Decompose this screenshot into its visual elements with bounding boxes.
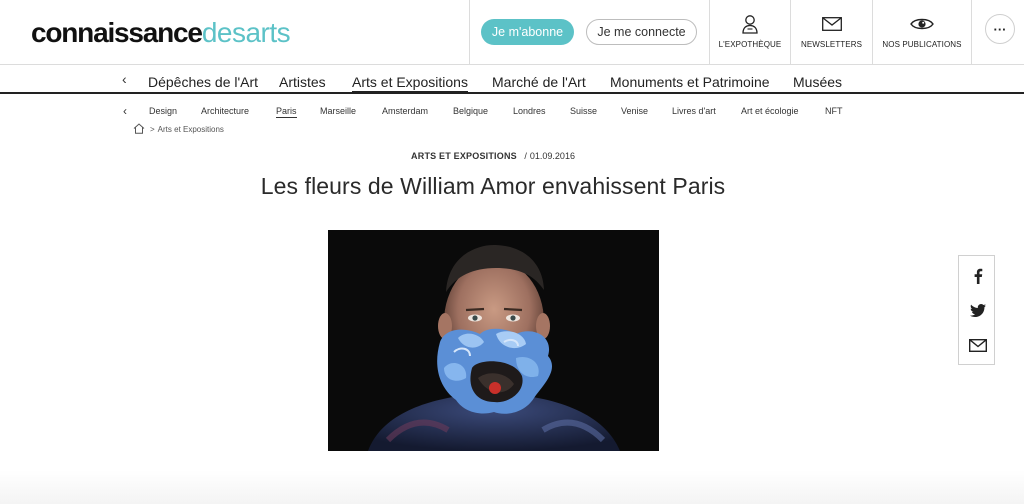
subscribe-button[interactable]: Je m'abonne: [481, 19, 574, 45]
main-nav-item[interactable]: Musées: [793, 74, 842, 90]
main-nav-item[interactable]: Artistes: [279, 74, 326, 90]
main-nav-item-active[interactable]: Arts et Expositions: [352, 74, 468, 93]
sub-nav-item[interactable]: Livres d'art: [672, 106, 716, 116]
sub-nav-item[interactable]: Belgique: [453, 106, 488, 116]
main-nav: ‹ Dépêches de l'Art Artistes Arts et Exp…: [0, 66, 1024, 94]
sub-nav-item[interactable]: Art et écologie: [741, 106, 799, 116]
divider: [469, 0, 470, 65]
breadcrumb-link[interactable]: Arts et Expositions: [158, 125, 224, 134]
chevron-left-icon[interactable]: ‹: [123, 104, 127, 118]
sub-nav-item-active[interactable]: Paris: [276, 106, 297, 118]
expotheque-link[interactable]: L'EXPOTHÈQUE: [710, 0, 790, 65]
main-nav-item[interactable]: Dépêches de l'Art: [148, 74, 258, 90]
sub-nav-item[interactable]: Marseille: [320, 106, 356, 116]
article-title: Les fleurs de William Amor envahissent P…: [260, 173, 726, 199]
envelope-icon: [821, 14, 842, 34]
date-separator: /: [524, 151, 527, 161]
home-icon[interactable]: [133, 123, 145, 136]
email-icon[interactable]: [959, 330, 996, 360]
logo-part-2: desarts: [201, 17, 291, 48]
facebook-icon[interactable]: [959, 261, 996, 291]
eye-icon: [910, 14, 934, 34]
person-icon: [741, 14, 759, 34]
page-bottom: [0, 470, 1024, 504]
chevron-left-icon[interactable]: ‹: [122, 71, 127, 87]
article-date: 01.09.2016: [529, 151, 575, 161]
sub-nav-item[interactable]: Suisse: [570, 106, 597, 116]
login-button[interactable]: Je me connecte: [586, 19, 697, 45]
breadcrumb-separator: >: [150, 125, 155, 134]
sub-nav-item[interactable]: Londres: [513, 106, 546, 116]
article-photo: [328, 230, 659, 451]
publications-link[interactable]: NOS PUBLICATIONS: [873, 0, 971, 65]
site-logo[interactable]: connaissance desarts: [31, 13, 291, 53]
publications-label: NOS PUBLICATIONS: [882, 40, 962, 49]
share-bar: [958, 255, 995, 365]
breadcrumb: > Arts et Expositions: [133, 123, 224, 136]
site-header: connaissance desarts Je m'abonne Je me co…: [0, 0, 1024, 65]
more-button[interactable]: ···: [985, 14, 1015, 44]
sub-nav-item[interactable]: NFT: [825, 106, 843, 116]
main-nav-item[interactable]: Monuments et Patrimoine: [610, 74, 770, 90]
logo-part-1: connaissance: [31, 17, 203, 48]
twitter-icon[interactable]: [959, 295, 996, 325]
sub-nav-item[interactable]: Venise: [621, 106, 648, 116]
sub-nav-item[interactable]: Architecture: [201, 106, 249, 116]
article-category[interactable]: ARTS ET EXPOSITIONS: [411, 151, 517, 161]
expotheque-label: L'EXPOTHÈQUE: [718, 40, 782, 49]
newsletters-link[interactable]: NEWSLETTERS: [791, 0, 872, 65]
newsletters-label: NEWSLETTERS: [800, 40, 863, 49]
sub-nav-item[interactable]: Design: [149, 106, 177, 116]
article-meta: ARTS ET EXPOSITIONS /01.09.2016: [0, 151, 986, 161]
divider: [971, 0, 972, 65]
main-nav-item[interactable]: Marché de l'Art: [492, 74, 586, 90]
sub-nav-item[interactable]: Amsterdam: [382, 106, 428, 116]
